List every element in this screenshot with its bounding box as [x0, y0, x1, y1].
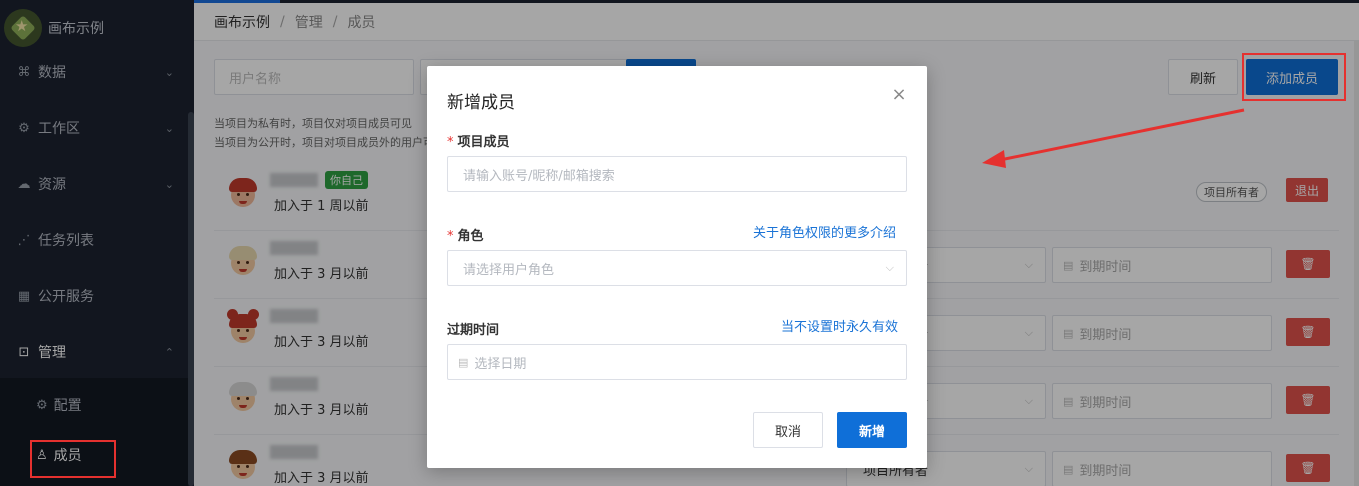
annotation-box-members: [30, 440, 116, 478]
label-text: 角色: [457, 229, 484, 244]
expire-field-label: 过期时间: [447, 323, 500, 338]
chevron-down-icon: ⌵: [885, 261, 894, 274]
confirm-add-button[interactable]: 新增: [837, 412, 907, 448]
cancel-button[interactable]: 取消: [753, 412, 823, 448]
calendar-icon: ▤: [458, 355, 469, 369]
role-field-label: * 角色: [447, 225, 484, 244]
date-placeholder: 选择日期: [474, 356, 527, 372]
member-search-input[interactable]: 请输入账号/昵称/邮箱搜索: [447, 156, 907, 192]
label-text: 项目成员: [457, 135, 510, 150]
role-placeholder: 请选择用户角色: [463, 262, 555, 278]
close-icon[interactable]: ×: [889, 84, 909, 105]
required-mark: *: [447, 229, 454, 244]
expire-date-picker[interactable]: ▤ 选择日期: [447, 344, 907, 380]
add-member-dialog: 新增成员 × * 项目成员 请输入账号/昵称/邮箱搜索 * 角色 关于角色权限的更多…: [427, 66, 927, 468]
role-info-link[interactable]: 关于角色权限的更多介绍: [753, 222, 896, 241]
expire-hint: 当不设置时永久有效: [781, 320, 899, 335]
member-field-label: * 项目成员: [447, 131, 510, 150]
dialog-title: 新增成员: [447, 93, 515, 113]
annotation-box-add-member: [1242, 53, 1346, 101]
required-mark: *: [447, 135, 454, 150]
role-select[interactable]: 请选择用户角色 ⌵: [447, 250, 907, 286]
